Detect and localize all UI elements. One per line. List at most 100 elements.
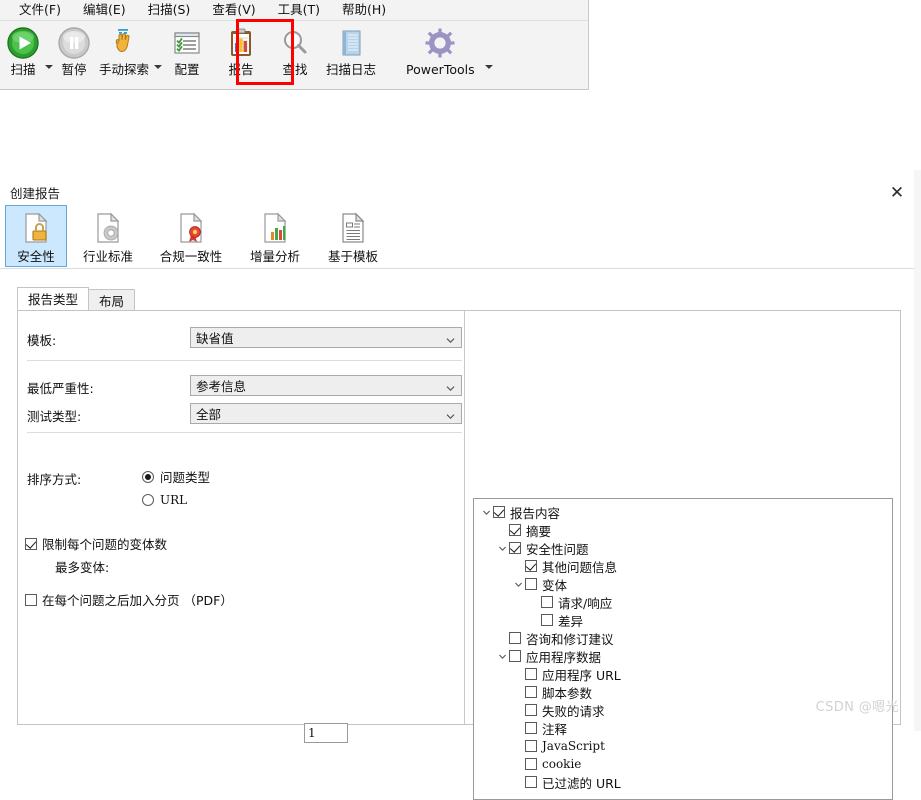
menu-help[interactable]: 帮助(H)	[331, 1, 397, 20]
tree-node[interactable]: 应用程序数据	[474, 647, 892, 665]
report-clipboard-icon	[224, 25, 258, 61]
checkbox-limit-variants[interactable]: 限制每个问题的变体数	[25, 534, 167, 553]
chevron-down-icon	[446, 381, 455, 391]
report-content-tree[interactable]: 报告内容 摘要安全性问题其他问题信息 变体 请求/响应 差异 咨询和修订建议应用程序数据应…	[473, 498, 893, 800]
checkbox-indicator[interactable]	[525, 686, 537, 698]
powertools-dropdown-caret-icon[interactable]	[484, 65, 493, 69]
report-type-industry-standard[interactable]: 行业标准	[73, 205, 143, 267]
tree-node[interactable]: 差异	[474, 611, 892, 629]
checkbox-indicator[interactable]	[525, 722, 537, 734]
gear-icon	[423, 25, 457, 61]
toolbar-button-find[interactable]: 查找	[274, 21, 316, 77]
application-window: 文件(F) 编辑(E) 扫描(S) 查看(V) 工具(T) 帮助(H) 扫描 暂…	[0, 0, 589, 90]
menu-tools[interactable]: 工具(T)	[267, 1, 331, 20]
close-icon[interactable]: ✕	[883, 180, 911, 206]
toolbar-button-scan-log[interactable]: 扫描日志	[322, 21, 380, 77]
checkbox-page-break[interactable]: 在每个问题之后加入分页 （PDF）	[25, 590, 233, 609]
checkbox-limit-variants-label: 限制每个问题的变体数	[42, 537, 168, 552]
checkbox-indicator[interactable]	[525, 578, 537, 590]
manual-explore-dropdown-caret-icon[interactable]	[154, 65, 163, 69]
sort-by-label: 排序方式:	[27, 472, 82, 487]
test-type-select-value: 全部	[196, 407, 222, 422]
tree-node[interactable]: cookie	[474, 755, 892, 773]
radio-sort-issue-type[interactable]: 问题类型	[142, 467, 210, 486]
severity-select[interactable]: 参考信息	[190, 375, 462, 396]
report-type-delta-analysis[interactable]: 增量分析	[239, 205, 311, 267]
chevron-down-icon[interactable]	[496, 652, 509, 661]
checkbox-indicator[interactable]	[509, 650, 521, 662]
chevron-down-icon	[446, 409, 455, 419]
toolbar-button-manual-explore[interactable]: 手动探索	[95, 21, 153, 77]
document-template-icon	[337, 211, 369, 245]
menu-edit[interactable]: 编辑(E)	[72, 1, 137, 20]
scan-dropdown-caret-icon[interactable]	[45, 65, 53, 69]
checkbox-indicator[interactable]	[525, 740, 537, 752]
tree-node[interactable]: JavaScript	[474, 737, 892, 755]
tree-node[interactable]: 摘要	[474, 521, 892, 539]
checkbox-indicator[interactable]	[525, 560, 537, 572]
tree-node[interactable]: 已过滤的 URL	[474, 773, 892, 791]
checkbox-indicator[interactable]	[525, 776, 537, 788]
severity-select-value: 参考信息	[196, 379, 247, 394]
severity-label: 最低严重性:	[27, 381, 94, 396]
tree-node-label: 脚本参数	[542, 685, 593, 701]
watermark: CSDN @嗯光	[815, 700, 899, 715]
toolbar-button-report[interactable]: 报告	[220, 21, 262, 77]
chevron-down-icon	[446, 333, 455, 343]
chevron-down-icon[interactable]	[496, 544, 509, 553]
checkbox-indicator[interactable]	[493, 506, 505, 518]
toolbar-button-scan[interactable]: 扫描	[2, 21, 44, 77]
tab-layout[interactable]: 布局	[88, 289, 136, 310]
report-type-label-security: 安全性	[17, 249, 55, 264]
test-type-select[interactable]: 全部	[190, 403, 462, 424]
checkbox-indicator[interactable]	[541, 596, 553, 608]
tree-node[interactable]: 报告内容	[474, 503, 892, 521]
checkbox-indicator[interactable]	[525, 758, 537, 770]
document-seal-icon	[175, 211, 207, 245]
menu-file[interactable]: 文件(F)	[8, 1, 72, 20]
template-label: 模板:	[27, 333, 57, 348]
toolbar-button-config[interactable]: 配置	[166, 21, 208, 77]
checkbox-indicator[interactable]	[509, 542, 521, 554]
checkbox-indicator[interactable]	[509, 632, 521, 644]
chevron-down-icon[interactable]	[512, 580, 525, 589]
report-type-compliance[interactable]: 合规一致性	[149, 205, 233, 267]
tree-node[interactable]: 咨询和修订建议	[474, 629, 892, 647]
dialog-tabs: 报告类型 布局	[17, 287, 136, 310]
report-type-security[interactable]: 安全性	[5, 205, 67, 267]
test-type-label: 测试类型:	[27, 409, 82, 424]
tree-node-label: 安全性问题	[526, 541, 589, 557]
tab-report-type[interactable]: 报告类型	[17, 287, 90, 310]
right-scroll-gutter[interactable]	[914, 170, 921, 731]
toolbar-label-config: 配置	[174, 62, 200, 77]
tree-node-label: cookie	[542, 757, 582, 771]
checkbox-indicator[interactable]	[525, 704, 537, 716]
tree-node[interactable]: 请求/响应	[474, 593, 892, 611]
toolbar-label-find: 查找	[282, 62, 308, 77]
chevron-down-icon[interactable]	[480, 508, 493, 517]
radio-sort-url[interactable]: URL	[142, 493, 187, 507]
tree-node-label: 其他问题信息	[542, 559, 618, 575]
radio-sort-issue-type-label: 问题类型	[160, 470, 211, 485]
form-divider-1	[27, 360, 462, 361]
checkbox-indicator[interactable]	[509, 524, 521, 536]
strip-divider	[0, 268, 921, 269]
menu-view[interactable]: 查看(V)	[201, 1, 266, 20]
menu-scan[interactable]: 扫描(S)	[137, 1, 202, 20]
template-select[interactable]: 缺省值	[190, 327, 462, 348]
max-variants-input[interactable]: 1	[304, 723, 348, 743]
document-chart-icon	[259, 211, 291, 245]
tree-node-label: 应用程序数据	[526, 649, 602, 665]
tree-node[interactable]: 变体	[474, 575, 892, 593]
template-select-value: 缺省值	[196, 331, 234, 346]
checkbox-indicator[interactable]	[525, 668, 537, 680]
toolbar-button-pause[interactable]: 暂停	[53, 21, 95, 77]
report-type-template-based[interactable]: 基于模板	[317, 205, 389, 267]
tree-node[interactable]: 注释	[474, 719, 892, 737]
tree-node[interactable]: 安全性问题	[474, 539, 892, 557]
toolbar-button-powertools[interactable]: PowerTools	[402, 21, 479, 77]
tree-node[interactable]: 应用程序 URL	[474, 665, 892, 683]
tree-node-label: 注释	[542, 721, 568, 737]
checkbox-indicator[interactable]	[541, 614, 553, 626]
tree-node[interactable]: 其他问题信息	[474, 557, 892, 575]
